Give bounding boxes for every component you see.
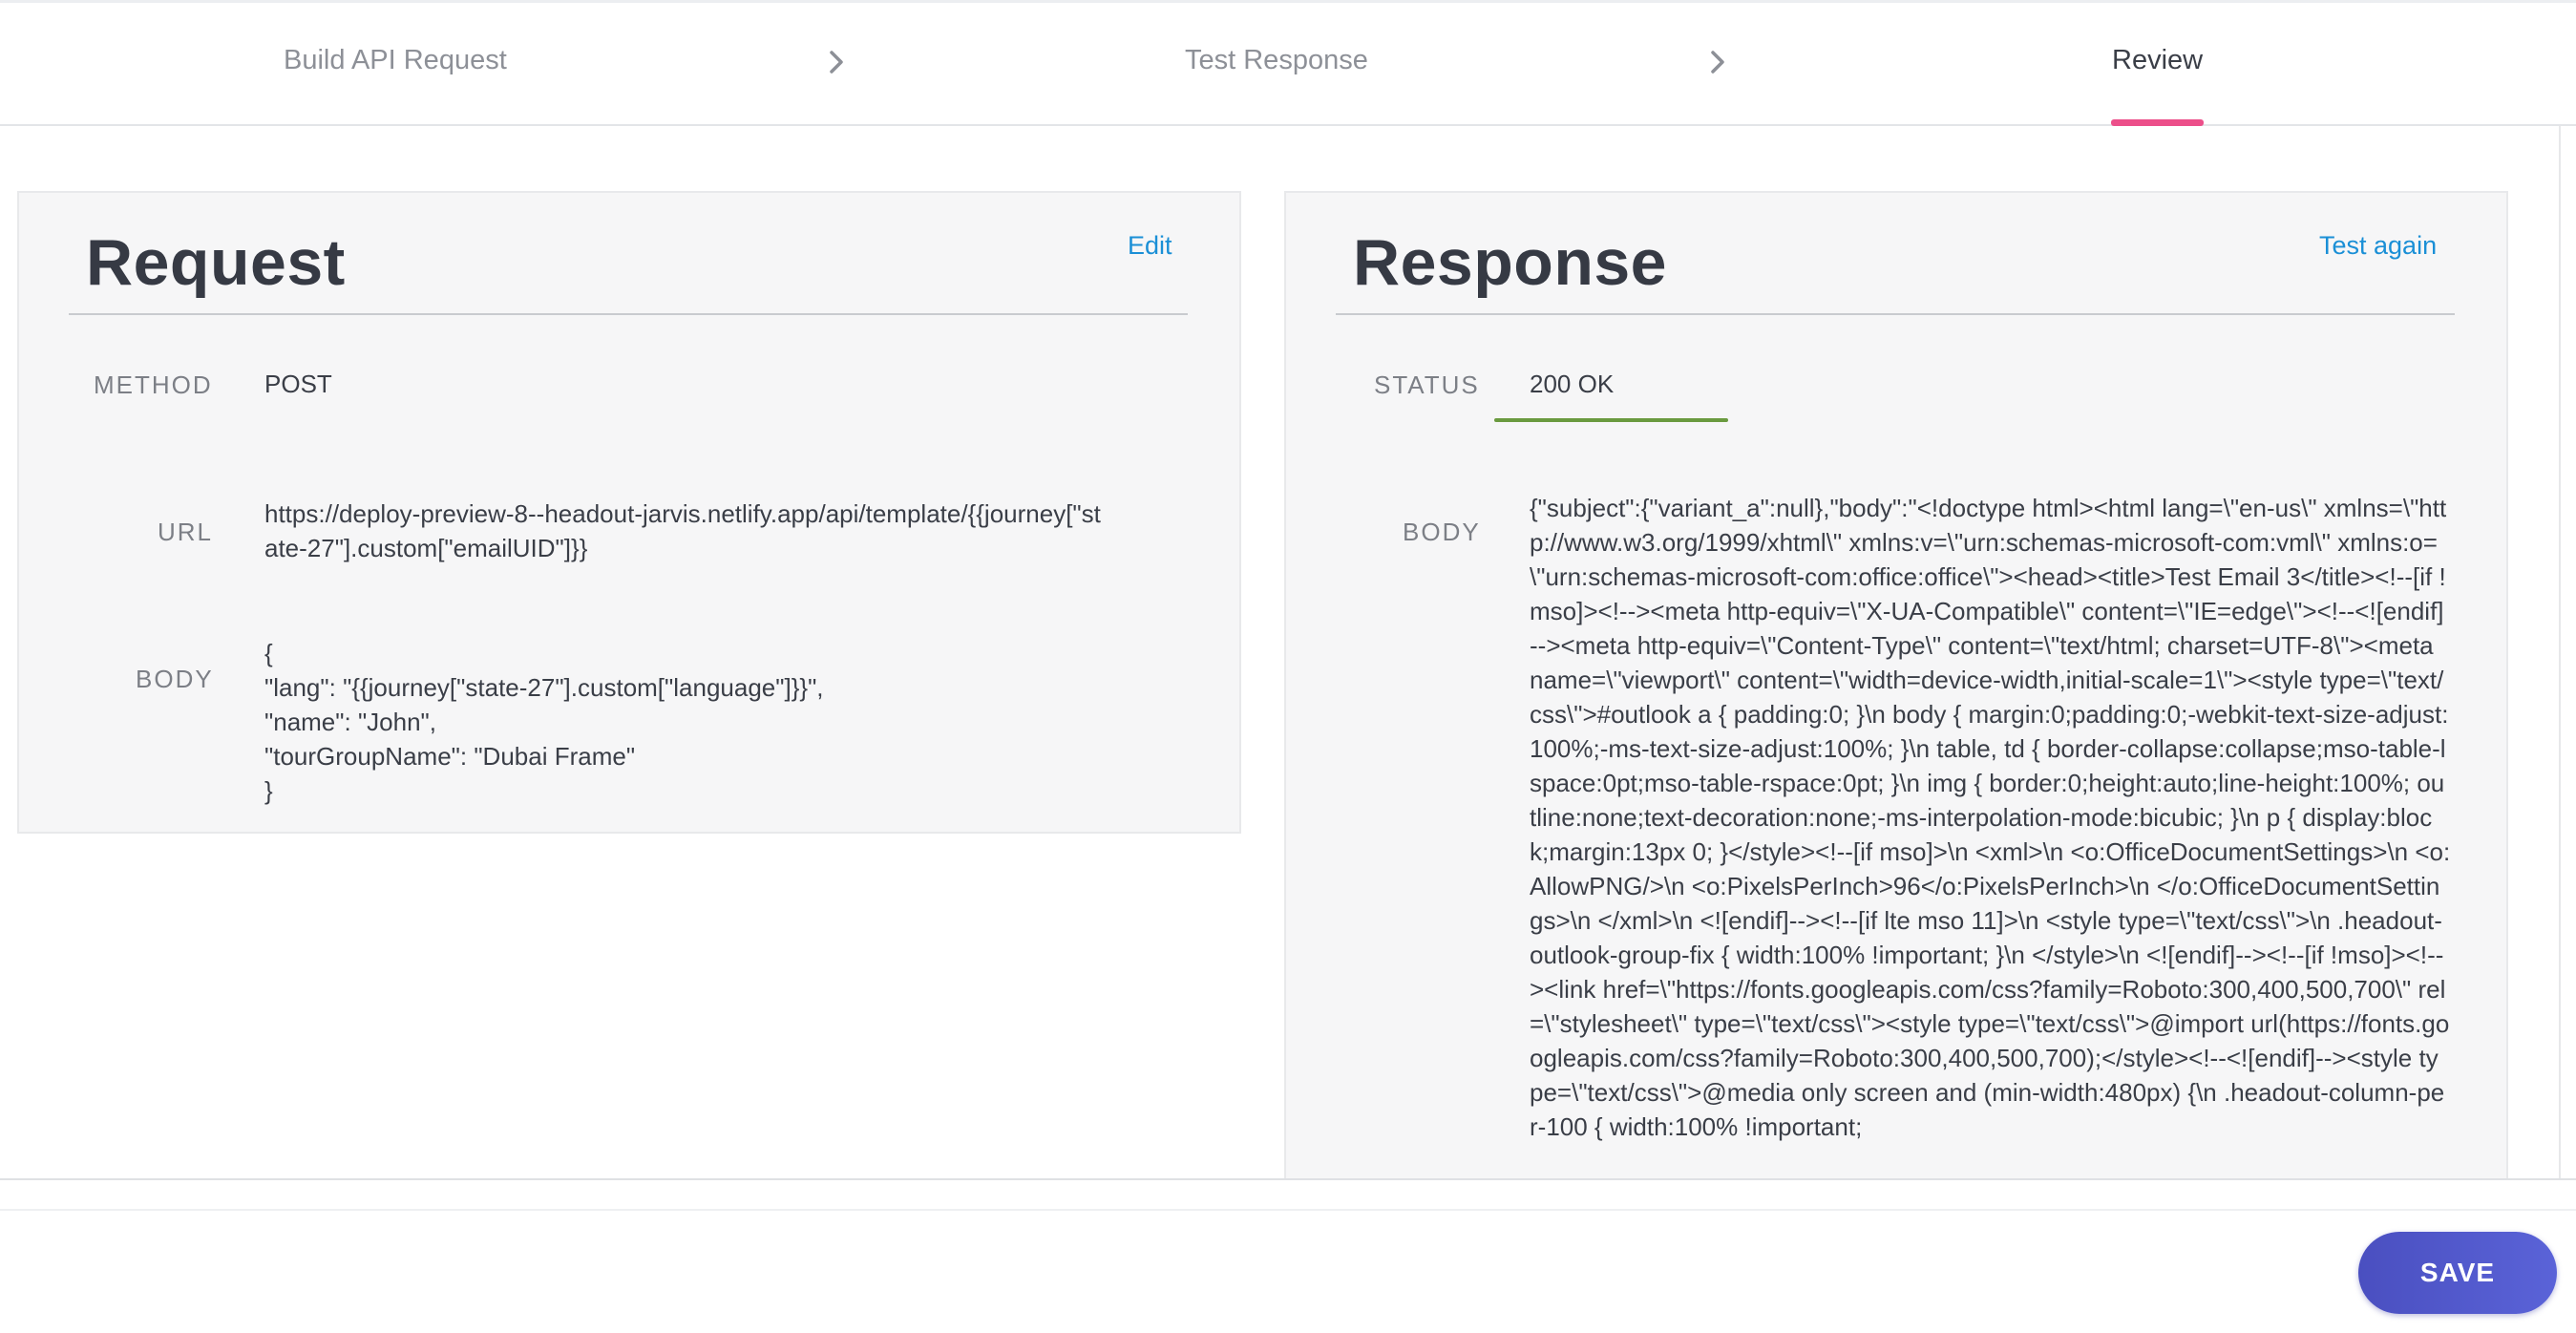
status-label: STATUS	[1374, 370, 1480, 399]
edit-link[interactable]: Edit	[1128, 231, 1172, 261]
body-line: "lang": "{{journey["state-27"].custom["l…	[264, 673, 824, 702]
url-line: https://deploy-preview-8--headout-jarvis…	[264, 499, 1101, 528]
wizard-stepper: Build API Request Test Response Review	[0, 0, 2576, 126]
step-test-response[interactable]: Test Response	[1185, 45, 1368, 76]
request-body-value: { "lang": "{{journey["state-27"].custom[…	[264, 636, 824, 808]
step-build-api-request[interactable]: Build API Request	[284, 45, 507, 76]
divider	[0, 1178, 2576, 1180]
method-value: POST	[264, 370, 332, 398]
request-card: Request Edit METHOD POST URL https://dep…	[17, 191, 1241, 834]
status-value: 200 OK	[1530, 370, 1615, 398]
body-line: "tourGroupName": "Dubai Frame"	[264, 742, 636, 771]
body-line: "name": "John",	[264, 708, 437, 736]
url-line: ate-27"].custom["emailUID"]}}	[264, 534, 588, 562]
chevron-right-icon	[823, 49, 850, 75]
test-again-link[interactable]: Test again	[2319, 231, 2437, 261]
status-success-indicator	[1494, 418, 1728, 422]
response-body-value: {"subject":{"variant_a":null},"body":"<!…	[1530, 494, 2451, 1141]
request-title: Request	[86, 226, 346, 299]
response-card: Response Test again STATUS 200 OK BODY {…	[1284, 191, 2508, 1178]
footer-bar	[0, 1209, 2576, 1333]
url-label: URL	[158, 518, 214, 546]
response-title: Response	[1353, 226, 1667, 299]
step-review[interactable]: Review	[2112, 45, 2203, 76]
divider	[1336, 313, 2455, 315]
save-button[interactable]: SAVE	[2358, 1232, 2557, 1314]
active-step-indicator	[2111, 119, 2204, 126]
body-line: {	[264, 639, 273, 667]
body-label: BODY	[1403, 518, 1481, 546]
chevron-right-icon	[1704, 49, 1731, 75]
body-line: }	[264, 776, 273, 805]
divider	[69, 313, 1188, 315]
body-label: BODY	[136, 665, 214, 693]
scrollbar[interactable]	[2559, 126, 2576, 1178]
url-value: https://deploy-preview-8--headout-jarvis…	[264, 497, 1219, 565]
method-label: METHOD	[94, 370, 213, 399]
main-content: Request Edit METHOD POST URL https://dep…	[0, 126, 2559, 1178]
